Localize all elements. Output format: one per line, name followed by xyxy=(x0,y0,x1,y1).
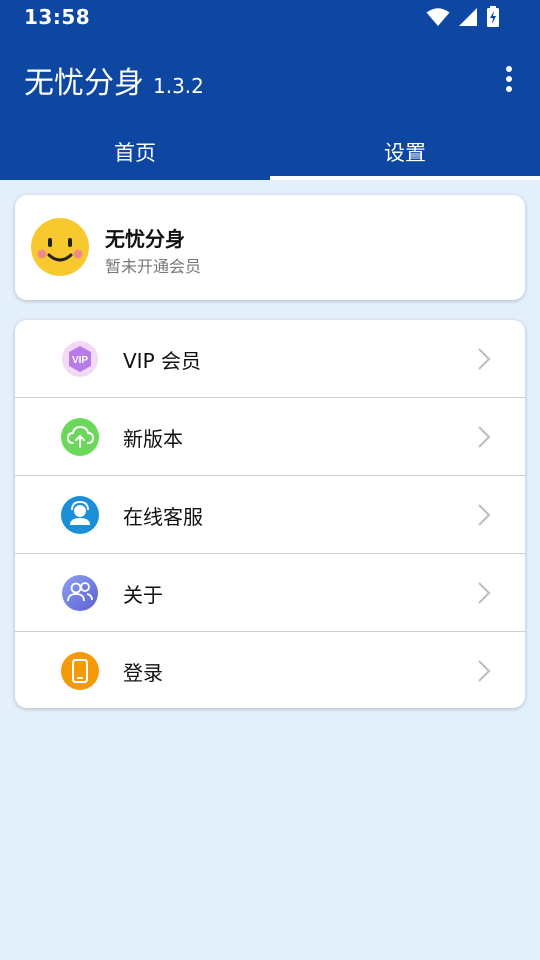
battery-icon xyxy=(487,6,499,27)
profile-card[interactable]: 无忧分身 暂未开通会员 xyxy=(15,195,525,300)
app-version: 1.3.2 xyxy=(153,74,204,98)
title-row: 无忧分身 1.3.2 xyxy=(24,58,204,102)
chevron-right-icon xyxy=(478,426,491,448)
svg-text:VIP: VIP xyxy=(72,355,88,366)
menu-item-new-version[interactable]: 新版本 xyxy=(15,398,525,476)
tab-settings[interactable]: 设置 xyxy=(270,128,540,180)
menu-item-label: 新版本 xyxy=(123,427,183,451)
chevron-right-icon xyxy=(478,348,491,370)
status-bar: 13:58 xyxy=(0,0,540,34)
menu-item-login[interactable]: 登录 xyxy=(15,632,525,710)
more-vert-icon-dot xyxy=(506,86,512,92)
menu-item-label: 登录 xyxy=(123,661,163,685)
menu-item-about[interactable]: 关于 xyxy=(15,554,525,632)
smiley-avatar-icon xyxy=(31,218,89,276)
menu-item-vip[interactable]: VIP VIP 会员 xyxy=(15,320,525,398)
menu-item-customer-service[interactable]: 在线客服 xyxy=(15,476,525,554)
profile-name: 无忧分身 xyxy=(105,227,185,251)
settings-menu: VIP VIP 会员 新版本 在线客服 关于 登录 xyxy=(15,320,525,708)
wifi-icon xyxy=(426,8,450,26)
more-vert-icon-dot xyxy=(506,76,512,82)
vip-icon: VIP xyxy=(62,341,98,377)
more-vert-icon xyxy=(506,66,512,72)
users-icon xyxy=(62,575,98,611)
tab-bar: 首页 设置 xyxy=(0,128,540,180)
status-time: 13:58 xyxy=(24,5,91,29)
status-icons xyxy=(426,6,500,28)
menu-item-label: 关于 xyxy=(123,583,163,607)
customer-service-icon xyxy=(61,496,99,534)
membership-status: 暂未开通会员 xyxy=(105,257,202,276)
cloud-upload-icon xyxy=(61,418,99,456)
menu-item-label: VIP 会员 xyxy=(123,349,201,373)
overflow-menu-button[interactable] xyxy=(498,62,520,96)
chevron-right-icon xyxy=(478,660,491,682)
tab-home[interactable]: 首页 xyxy=(0,128,270,180)
signal-icon xyxy=(459,8,477,26)
phone-icon xyxy=(61,652,99,690)
app-title: 无忧分身 xyxy=(24,66,144,101)
chevron-right-icon xyxy=(478,582,491,604)
app-bar: 13:58 无忧分身 1.3.2 首页 设置 xyxy=(0,0,540,180)
menu-item-label: 在线客服 xyxy=(123,505,203,529)
chevron-right-icon xyxy=(478,504,491,526)
